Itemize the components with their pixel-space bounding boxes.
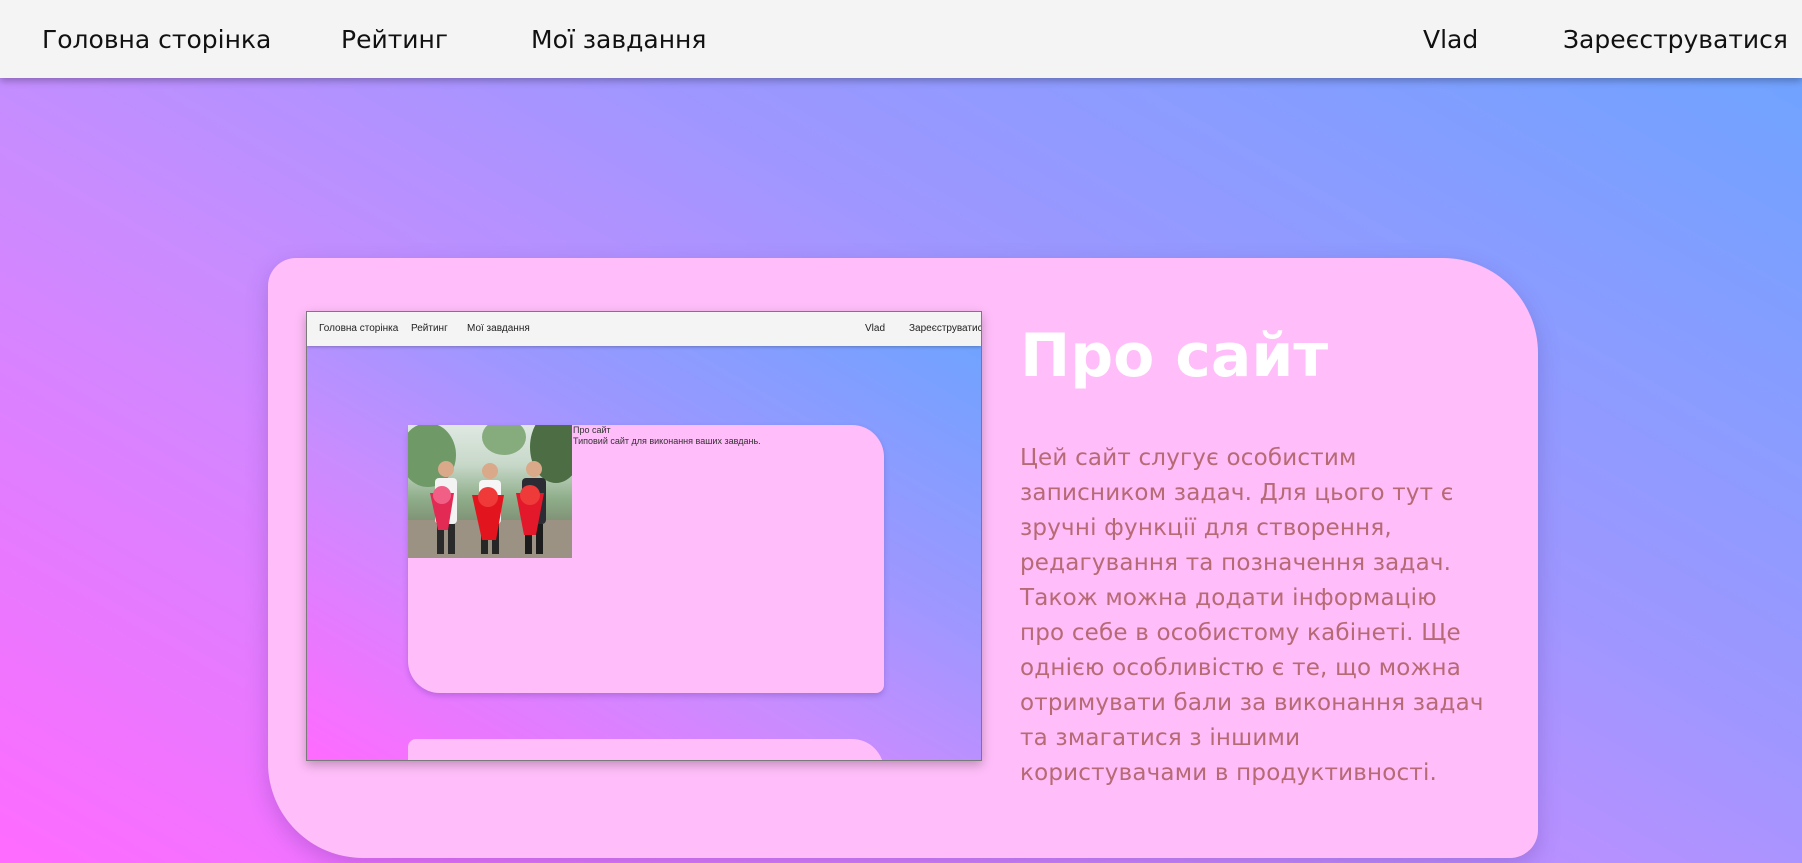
nav-link-user[interactable]: Vlad <box>1423 0 1478 78</box>
preview-about-card: Про сайт Типовий сайт для виконання ваши… <box>408 425 884 693</box>
team-photo-illustration <box>408 425 572 558</box>
nav-link-home[interactable]: Головна сторінка <box>42 0 271 78</box>
preview-about-text: Типовий сайт для виконання ваших завдань… <box>573 436 761 446</box>
preview-second-card <box>408 739 884 760</box>
top-navigation-bar: Головна сторінка Рейтинг Мої завдання Vl… <box>0 0 1802 78</box>
preview-nav-home: Головна сторінка <box>319 323 399 334</box>
preview-team-photo <box>408 425 572 558</box>
preview-nav-my-tasks: Мої завдання <box>467 323 530 334</box>
site-preview-image: Головна сторінка Рейтинг Мої завдання Vl… <box>306 311 982 761</box>
preview-about-title: Про сайт <box>573 425 611 435</box>
nav-link-rating[interactable]: Рейтинг <box>341 0 448 78</box>
about-description: Цей сайт слугує особистим записником зад… <box>1020 445 1484 786</box>
nav-link-my-tasks[interactable]: Мої завдання <box>531 0 706 78</box>
preview-nav-register: Зареєструватися <box>909 323 982 334</box>
preview-nav-user: Vlad <box>865 323 886 334</box>
nav-link-register[interactable]: Зареєструватися <box>1563 0 1788 78</box>
preview-nav-rating: Рейтинг <box>411 323 448 334</box>
preview-navigation-bar: Головна сторінка Рейтинг Мої завдання Vl… <box>307 312 981 346</box>
about-card: Головна сторінка Рейтинг Мої завдання Vl… <box>268 258 1538 858</box>
about-title: Про сайт <box>1020 321 1329 391</box>
